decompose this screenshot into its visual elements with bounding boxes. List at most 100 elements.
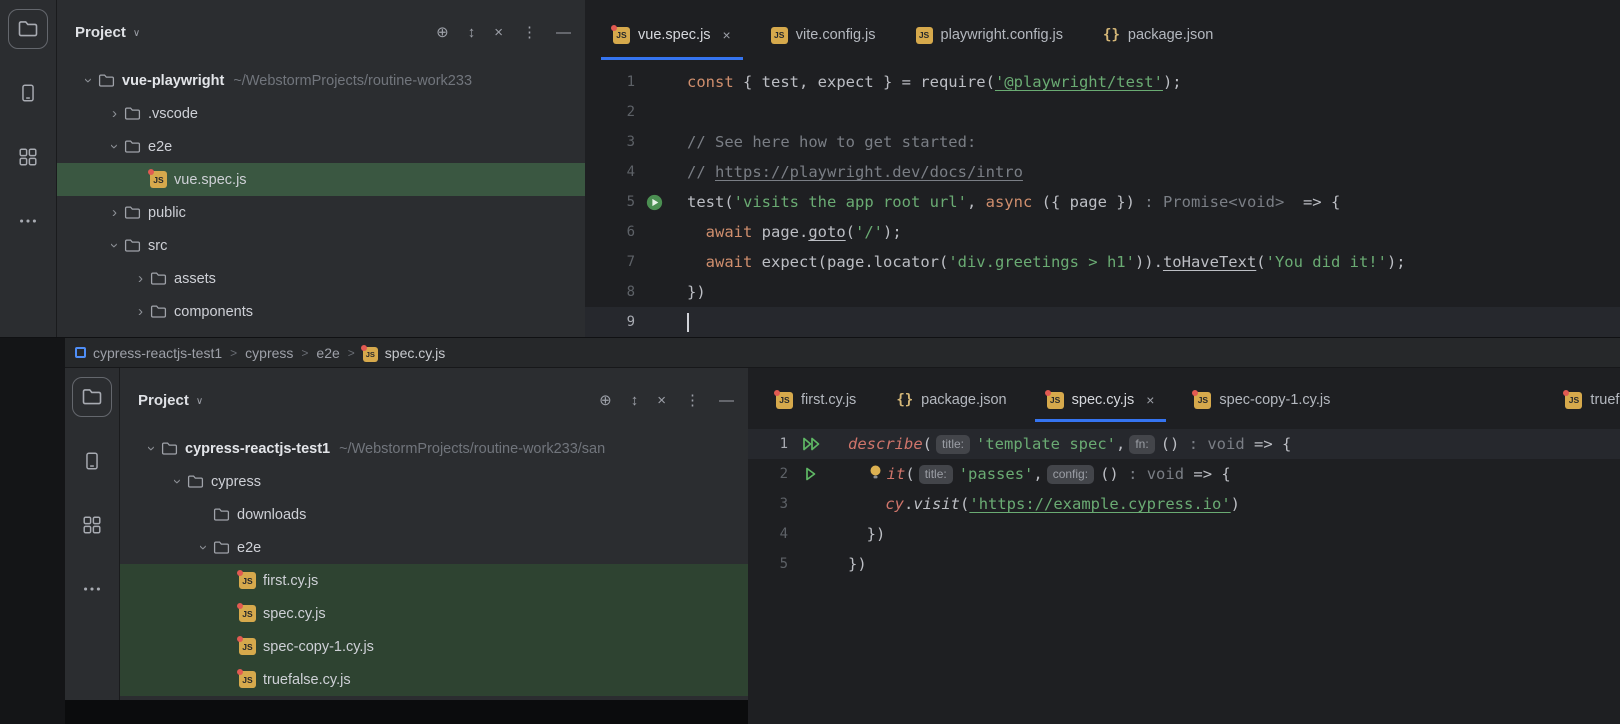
code-line-1[interactable]: 1describe(title:'template spec',fn:() : …	[748, 429, 1620, 459]
code-line-6[interactable]: 6 await page.goto('/');	[585, 217, 1620, 247]
tree-item-path: ~/WebstormProjects/routine-work233/san	[339, 441, 605, 457]
tool-button-device[interactable]	[8, 73, 48, 113]
gutter-run-test[interactable]	[635, 194, 673, 211]
more-icon	[17, 210, 39, 232]
tab-vue.spec.js[interactable]: JSvue.spec.js×	[593, 0, 751, 60]
tree-item-assets[interactable]: ›assets	[57, 262, 585, 295]
breadcrumb-item-cypress[interactable]: cypress	[245, 345, 293, 361]
js-test-file-icon: JS	[1194, 392, 1211, 409]
code-text: await expect(page.locator('div.greetings…	[673, 253, 1406, 271]
code-line-8[interactable]: 8})	[585, 277, 1620, 307]
tree-item-cypress[interactable]: ›cypress	[120, 465, 748, 498]
line-number: 5	[585, 194, 635, 210]
tool-button-modules[interactable]	[72, 505, 112, 545]
chevron-open-icon[interactable]: ›	[169, 472, 186, 491]
close-icon[interactable]: ×	[1146, 392, 1154, 408]
tree-item-cypress-reactjs-test1[interactable]: ›cypress-reactjs-test1~/WebstormProjects…	[120, 432, 748, 465]
code-line-2[interactable]: 2	[585, 97, 1620, 127]
close-icon[interactable]: ×	[723, 27, 731, 43]
bottom-project-panel-header: Project ∨ ⊕ ↕ × ⋮ —	[120, 368, 748, 432]
gutter-run[interactable]	[788, 466, 834, 482]
tree-item-components[interactable]: › components	[57, 295, 585, 328]
collapse-icon[interactable]: ×	[657, 393, 666, 408]
expand-icon[interactable]: ↕	[468, 25, 476, 40]
code-line-5[interactable]: 5})	[748, 549, 1620, 579]
tree-item-src[interactable]: ›src	[57, 229, 585, 262]
hide-icon[interactable]: —	[719, 393, 734, 408]
line-number: 5	[748, 556, 788, 572]
gutter-run-all[interactable]	[788, 436, 834, 452]
tool-button-device[interactable]	[72, 441, 112, 481]
bottom-code-editor[interactable]: 1describe(title:'template spec',fn:() : …	[748, 422, 1620, 724]
collapse-icon[interactable]: ×	[494, 25, 503, 40]
chevron-open-icon[interactable]: ›	[195, 538, 212, 557]
tree-item-vue.spec.js[interactable]: JSvue.spec.js	[57, 163, 585, 196]
tree-item-.vscode[interactable]: ›.vscode	[57, 97, 585, 130]
breadcrumb-item-spec.cy.js[interactable]: JSspec.cy.js	[363, 344, 445, 362]
tab-truefalse.cy.js[interactable]: JStruefalse.cy.js	[1545, 368, 1620, 422]
tool-button-more[interactable]	[72, 569, 112, 609]
folder-icon	[213, 540, 230, 555]
tab-package.json[interactable]: {}package.json	[1083, 0, 1233, 60]
code-line-4[interactable]: 4 })	[748, 519, 1620, 549]
chevron-open-icon[interactable]: ›	[106, 137, 123, 156]
top-project-panel-header: Project ∨ ⊕ ↕ × ⋮ —	[57, 0, 585, 64]
chevron-open-icon[interactable]: ›	[80, 71, 97, 90]
breadcrumb-label: spec.cy.js	[385, 345, 445, 361]
locate-icon[interactable]: ⊕	[599, 393, 612, 408]
window-bottom-edge	[65, 700, 748, 724]
top-code-editor[interactable]: 1const { test, expect } = require('@play…	[585, 60, 1620, 337]
top-project-panel: Project ∨ ⊕ ↕ × ⋮ — ›vue-playwright~/Webstor…	[57, 0, 585, 337]
tree-item-spec.cy.js[interactable]: JSspec.cy.js	[120, 597, 748, 630]
tool-button-more[interactable]	[8, 201, 48, 241]
code-text	[673, 313, 689, 332]
tree-item-truefalse.cy.js[interactable]: JStruefalse.cy.js	[120, 663, 748, 696]
tab-package.json[interactable]: {}package.json	[876, 368, 1026, 422]
breadcrumb-item-cypress-reactjs-test1[interactable]: cypress-reactjs-test1	[75, 345, 222, 361]
modules-icon	[81, 514, 103, 536]
tree-item-e2e[interactable]: ›e2e	[57, 130, 585, 163]
tab-label: package.json	[1128, 27, 1213, 43]
tree-item-vue-playwright[interactable]: ›vue-playwright~/WebstormProjects/routin…	[57, 64, 585, 97]
tool-button-modules[interactable]	[8, 137, 48, 177]
code-text: })	[834, 555, 867, 573]
chevron-open-icon[interactable]: ›	[106, 236, 123, 255]
hide-icon[interactable]: —	[556, 25, 571, 40]
tree-item-label: components	[174, 304, 253, 320]
chevron-closed-icon[interactable]: ›	[105, 204, 124, 221]
locate-icon[interactable]: ⊕	[436, 25, 449, 40]
project-view-selector[interactable]: Project ∨	[75, 24, 140, 41]
code-line-4[interactable]: 4// https://playwright.dev/docs/intro	[585, 157, 1620, 187]
tree-item-spec-copy-1.cy.js[interactable]: JSspec-copy-1.cy.js	[120, 630, 748, 663]
code-line-7[interactable]: 7 await expect(page.locator('div.greetin…	[585, 247, 1620, 277]
tab-spec-copy-1.cy.js[interactable]: JSspec-copy-1.cy.js	[1174, 368, 1350, 422]
expand-icon[interactable]: ↕	[631, 393, 639, 408]
tab-first.cy.js[interactable]: JSfirst.cy.js	[756, 368, 876, 422]
options-icon[interactable]: ⋮	[685, 393, 700, 408]
tab-playwright.config.js[interactable]: JSplaywright.config.js	[896, 0, 1084, 60]
tree-item-public[interactable]: ›public	[57, 196, 585, 229]
tree-item-first.cy.js[interactable]: JSfirst.cy.js	[120, 564, 748, 597]
tool-button-project-folder[interactable]	[72, 377, 112, 417]
chevron-closed-icon[interactable]: ›	[105, 105, 124, 122]
code-text: cy.visit('https://example.cypress.io')	[834, 495, 1240, 513]
code-line-3[interactable]: 3// See here how to get started:	[585, 127, 1620, 157]
chevron-open-icon[interactable]: ›	[143, 439, 160, 458]
breadcrumb-separator: >	[230, 346, 237, 360]
tree-item-downloads[interactable]: downloads	[120, 498, 748, 531]
tab-vite.config.js[interactable]: JSvite.config.js	[751, 0, 896, 60]
tree-item-e2e[interactable]: ›e2e	[120, 531, 748, 564]
breadcrumb-item-e2e[interactable]: e2e	[316, 345, 339, 361]
code-line-1[interactable]: 1const { test, expect } = require('@play…	[585, 67, 1620, 97]
tool-button-project-folder[interactable]	[8, 9, 48, 49]
project-view-selector[interactable]: Project ∨	[138, 392, 203, 409]
code-line-3[interactable]: 3 cy.visit('https://example.cypress.io')	[748, 489, 1620, 519]
code-line-5[interactable]: 5test('visits the app root url', async (…	[585, 187, 1620, 217]
code-line-2[interactable]: 2 it(title:'passes',config:() : void => …	[748, 459, 1620, 489]
tree-item-label: downloads	[237, 507, 306, 523]
chevron-closed-icon[interactable]: ›	[131, 303, 150, 320]
tab-spec.cy.js[interactable]: JSspec.cy.js×	[1027, 368, 1175, 422]
chevron-closed-icon[interactable]: ›	[131, 270, 150, 287]
code-line-9[interactable]: 9	[585, 307, 1620, 337]
options-icon[interactable]: ⋮	[522, 25, 537, 40]
